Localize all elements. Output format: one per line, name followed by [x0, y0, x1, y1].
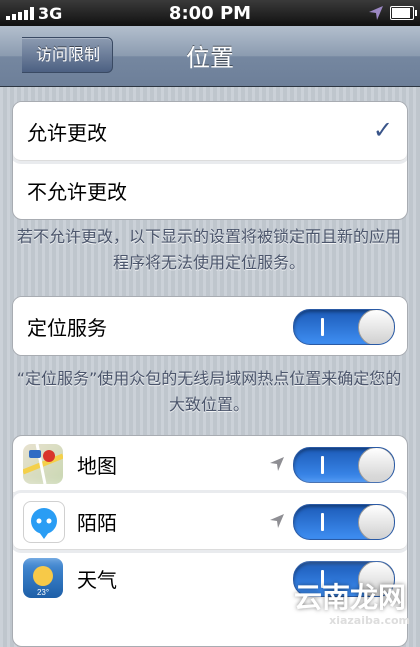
app-name-maps: 地图 — [77, 453, 117, 478]
app-row-maps: 地图 — [13, 436, 407, 493]
location-services-group: 定位服务 — [12, 296, 408, 356]
option-allow-changes[interactable]: 允许更改 ✓ — [13, 102, 407, 161]
navigation-bar: 访问限制 位置 — [0, 26, 420, 87]
battery-level — [392, 8, 410, 18]
location-active-icon — [369, 6, 383, 20]
location-services-row: 定位服务 — [13, 297, 407, 355]
maps-location-toggle[interactable] — [293, 447, 395, 483]
checkmark-icon: ✓ — [372, 116, 393, 144]
permission-footer: 若不允许更改，以下显示的设置将被锁定而且新的应用程序将无法使用定位服务。 — [16, 227, 401, 272]
svg-text:23°: 23° — [37, 588, 49, 597]
toggle-knob[interactable] — [358, 310, 394, 344]
toggle-knob[interactable] — [358, 505, 394, 539]
app-name-momo: 陌陌 — [77, 510, 117, 535]
app-name-weather: 天气 — [77, 567, 117, 592]
option-disallow-changes[interactable]: 不允许更改 — [13, 161, 407, 219]
permission-group: 允许更改 ✓ 不允许更改 — [12, 101, 408, 220]
location-services-toggle[interactable] — [293, 309, 395, 345]
watermark-sub-text: xiazaiba.com — [329, 614, 410, 627]
option-allow-label: 允许更改 — [27, 120, 107, 145]
page-title: 位置 — [186, 44, 234, 72]
watermark-main-text: 云南龙网 — [293, 581, 406, 614]
weather-icon: 23° — [23, 558, 63, 598]
momo-icon — [23, 501, 65, 543]
battery-icon — [390, 6, 417, 20]
location-arrow-icon — [270, 514, 284, 528]
status-time: 8:00 PM — [168, 3, 252, 24]
status-bar: 3G 8:00 PM — [0, 0, 420, 26]
momo-location-toggle[interactable] — [293, 504, 395, 540]
location-services-footer: “定位服务”使用众包的无线局域网热点位置来确定您的大致位置。 — [16, 369, 402, 414]
option-disallow-label: 不允许更改 — [27, 179, 127, 204]
toggle-on-mark — [321, 318, 324, 336]
location-arrow-icon — [270, 457, 284, 471]
toggle-knob[interactable] — [358, 448, 394, 482]
maps-icon — [23, 444, 63, 484]
app-row-momo: 陌陌 — [13, 493, 407, 550]
toggle-on-mark — [321, 513, 324, 531]
location-services-label: 定位服务 — [27, 315, 107, 340]
toggle-on-mark — [321, 456, 324, 474]
